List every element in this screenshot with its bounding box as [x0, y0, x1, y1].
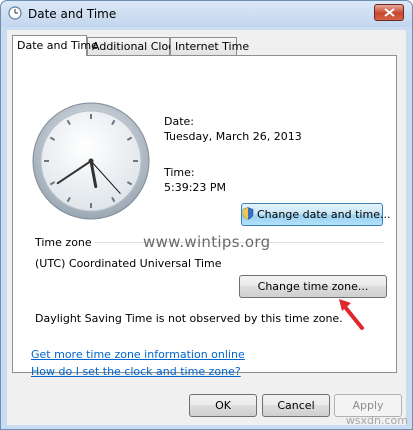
analog-clock — [32, 102, 150, 220]
tab-internet-time[interactable]: Internet Time — [170, 37, 249, 55]
tab-date-and-time[interactable]: Date and Time — [12, 35, 98, 56]
site-brand-watermark: wsxdn.com — [345, 414, 408, 427]
date-time-dialog: Date and Time Date and Time Additional C… — [0, 0, 413, 430]
time-value: 5:39:23 PM — [164, 181, 227, 194]
close-button[interactable] — [374, 4, 404, 21]
cancel-button[interactable]: Cancel — [262, 394, 330, 417]
watermark: www.wintips.org — [143, 233, 271, 251]
clock-help-link[interactable]: How do I set the clock and time zone? — [31, 365, 241, 378]
dst-note: Daylight Saving Time is not observed by … — [35, 312, 343, 325]
change-date-time-button[interactable]: Change date and time... — [241, 203, 390, 226]
window-title: Date and Time — [28, 7, 117, 21]
change-time-zone-button[interactable]: Change time zone... — [239, 275, 387, 298]
uac-shield-icon — [242, 207, 254, 220]
title-bar[interactable]: Date and Time — [1, 1, 412, 27]
ok-button[interactable]: OK — [189, 394, 257, 417]
date-value: Tuesday, March 26, 2013 — [164, 130, 302, 143]
change-date-time-label: Change date and time... — [257, 208, 391, 221]
close-icon — [384, 8, 395, 17]
tab-additional-clocks[interactable]: Additional Clocks — [87, 37, 186, 55]
dialog-client-area: Date and Time Additional Clocks Internet… — [7, 30, 406, 425]
time-label: Time: — [164, 166, 195, 179]
timezone-value: (UTC) Coordinated Universal Time — [35, 257, 222, 270]
timezone-section-label: Time zone — [35, 236, 92, 249]
clock-app-icon — [8, 6, 22, 20]
tab-panel: Date: Tuesday, March 26, 2013 Time: 5:39… — [12, 55, 397, 373]
timezone-info-link[interactable]: Get more time zone information online — [31, 348, 245, 361]
date-label: Date: — [164, 115, 194, 128]
